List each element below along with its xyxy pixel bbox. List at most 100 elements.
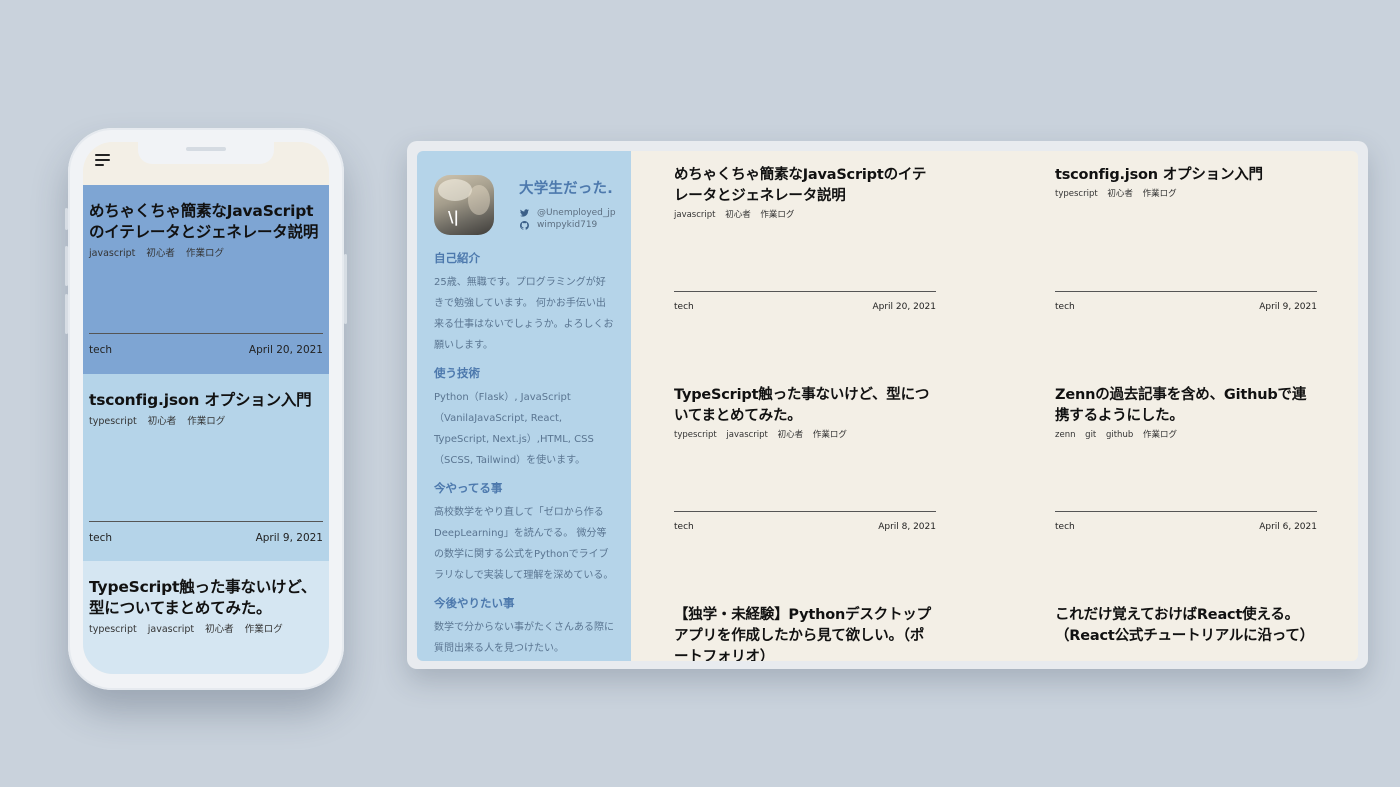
tag[interactable]: 作業ログ [187, 416, 225, 427]
desktop-screen: \| 大学生だった. @Unemployed_jp wimpykid719 自己… [417, 151, 1358, 661]
post-card[interactable]: Zennの過去記事を含め、Githubで連携するようにした。 zenn git … [1055, 385, 1317, 535]
tag[interactable]: 初心者 [778, 430, 804, 440]
post-footer: tech April 9, 2021 [89, 532, 323, 544]
social-links: @Unemployed_jp wimpykid719 [519, 207, 616, 231]
tag[interactable]: git [1085, 430, 1096, 440]
tag[interactable]: javascript [89, 248, 135, 259]
post-date: April 9, 2021 [1259, 302, 1317, 312]
post-tags: javascript 初心者 作業ログ [674, 208, 936, 220]
profile-info: 大学生だった. @Unemployed_jp wimpykid719 [519, 175, 616, 231]
post-title[interactable]: これだけ覚えておけばReact使える。（React公式チュートリアルに沿って） [1055, 605, 1317, 647]
post-card[interactable]: tsconfig.json オプション入門 typescript 初心者 作業ロ… [1055, 165, 1317, 315]
post-category[interactable]: tech [1055, 302, 1075, 312]
github-handle[interactable]: wimpykid719 [537, 219, 597, 231]
post-title[interactable]: 【独学・未経験】Pythonデスクトップアプリを作成したから見て欲しい。（ポート… [674, 605, 936, 661]
divider [1055, 291, 1317, 292]
mobile-post-card[interactable]: TypeScript触った事ないけど、型についてまとめてみた。 typescri… [83, 561, 329, 674]
mobile-screen: めちゃくちゃ簡素なJavaScriptのイテレータとジェネレータ説明 javas… [83, 142, 329, 674]
mobile-post-card[interactable]: tsconfig.json オプション入門 typescript 初心者 作業ロ… [83, 374, 329, 561]
post-date: April 20, 2021 [872, 302, 936, 312]
post-date: April 9, 2021 [255, 532, 323, 544]
tag[interactable]: typescript [674, 430, 717, 440]
post-tags: javascript 初心者 作業ログ [89, 245, 323, 259]
divider [674, 291, 936, 292]
site-name[interactable]: 大学生だった. [519, 177, 616, 198]
post-card[interactable]: めちゃくちゃ簡素なJavaScriptのイテレータとジェネレータ説明 javas… [674, 165, 936, 315]
divider [1055, 511, 1317, 512]
mobile-post-card[interactable]: めちゃくちゃ簡素なJavaScriptのイテレータとジェネレータ説明 javas… [83, 185, 329, 374]
tag[interactable]: 作業ログ [1143, 189, 1177, 199]
post-category[interactable]: tech [674, 302, 694, 312]
post-card[interactable]: これだけ覚えておけばReact使える。（React公式チュートリアルに沿って） [1055, 605, 1317, 661]
post-category[interactable]: tech [89, 344, 112, 356]
post-title[interactable]: めちゃくちゃ簡素なJavaScriptのイテレータとジェネレータ説明 [674, 165, 936, 207]
divider [89, 521, 323, 522]
post-card[interactable]: TypeScript触った事ないけど、型についてまとめてみた。 typescri… [674, 385, 936, 535]
post-title[interactable]: tsconfig.json オプション入門 [89, 390, 323, 411]
post-date: April 8, 2021 [878, 522, 936, 532]
tag[interactable]: typescript [1055, 189, 1098, 199]
divider [674, 511, 936, 512]
phone-volume-down [65, 294, 68, 334]
tag[interactable]: typescript [89, 624, 137, 635]
twitter-icon [519, 208, 529, 218]
sidebar-section-current: 今やってる事 高校数学をやり直して「ゼロから作るDeepLearning」を読ん… [434, 480, 615, 586]
tag[interactable]: zenn [1055, 430, 1075, 440]
tag[interactable]: 初心者 [146, 248, 175, 259]
post-tags: typescript javascript 初心者 作業ログ [89, 621, 323, 635]
post-title[interactable]: TypeScript触った事ないけど、型についてまとめてみた。 [89, 577, 323, 619]
tag[interactable]: 作業ログ [813, 430, 847, 440]
tag[interactable]: 作業ログ [245, 624, 283, 635]
tag[interactable]: typescript [89, 416, 137, 427]
hamburger-menu-icon[interactable] [95, 154, 110, 166]
post-tags: typescript javascript 初心者 作業ログ [674, 428, 936, 440]
sidebar: \| 大学生だった. @Unemployed_jp wimpykid719 自己… [417, 151, 631, 661]
tag[interactable]: 初心者 [725, 210, 751, 220]
post-category[interactable]: tech [1055, 522, 1075, 532]
phone-mockup: めちゃくちゃ簡素なJavaScriptのイテレータとジェネレータ説明 javas… [65, 128, 347, 690]
section-body: Python（Flask）, JavaScript（VanilaJavaScri… [434, 392, 594, 466]
tag[interactable]: github [1106, 430, 1133, 440]
post-title[interactable]: TypeScript触った事ないけど、型についてまとめてみた。 [674, 385, 936, 427]
phone-notch [138, 142, 274, 164]
section-title: 今やってる事 [434, 481, 503, 495]
sidebar-section-future: 今後やりたい事 数学で分からない事がたくさんある際に質問出来る人を見つけたい。 [434, 595, 615, 659]
post-category[interactable]: tech [674, 522, 694, 532]
github-link[interactable]: wimpykid719 [519, 219, 616, 231]
tag[interactable]: 作業ログ [186, 248, 224, 259]
phone-volume-up [65, 246, 68, 286]
tag[interactable]: javascript [726, 430, 768, 440]
section-body: 数学で分からない事がたくさんある際に質問出来る人を見つけたい。 [434, 622, 614, 654]
sidebar-section-skills: 使う技術 Python（Flask）, JavaScript（VanilaJav… [434, 365, 615, 471]
tag[interactable]: 作業ログ [760, 210, 794, 220]
divider [89, 333, 323, 334]
tag[interactable]: 初心者 [148, 416, 177, 427]
post-footer: tech April 8, 2021 [674, 522, 936, 532]
tag[interactable]: javascript [674, 210, 716, 220]
tag[interactable]: 作業ログ [1143, 430, 1177, 440]
section-body: 25歳、無職です。プログラミングが好きで勉強しています。 何かお手伝い出来る仕事… [434, 277, 614, 351]
post-footer: tech April 9, 2021 [1055, 302, 1317, 312]
post-footer: tech April 20, 2021 [89, 344, 323, 356]
tag[interactable]: javascript [148, 624, 194, 635]
sidebar-section-intro: 自己紹介 25歳、無職です。プログラミングが好きで勉強しています。 何かお手伝い… [434, 250, 615, 356]
section-title: 使う技術 [434, 366, 480, 380]
profile: \| 大学生だった. @Unemployed_jp wimpykid719 [434, 175, 616, 241]
post-category[interactable]: tech [89, 532, 112, 544]
post-card[interactable]: 【独学・未経験】Pythonデスクトップアプリを作成したから見て欲しい。（ポート… [674, 605, 936, 661]
post-tags: typescript 初心者 作業ログ [1055, 187, 1317, 199]
twitter-link[interactable]: @Unemployed_jp [519, 207, 616, 219]
post-title[interactable]: めちゃくちゃ簡素なJavaScriptのイテレータとジェネレータ説明 [89, 201, 323, 243]
post-title[interactable]: tsconfig.json オプション入門 [1055, 165, 1317, 186]
speaker [186, 147, 226, 151]
github-icon [519, 220, 529, 230]
section-title: 今後やりたい事 [434, 596, 515, 610]
post-title[interactable]: Zennの過去記事を含め、Githubで連携するようにした。 [1055, 385, 1317, 427]
post-date: April 20, 2021 [248, 344, 323, 356]
tag[interactable]: 初心者 [1107, 189, 1133, 199]
tag[interactable]: 初心者 [205, 624, 234, 635]
post-tags: typescript 初心者 作業ログ [89, 413, 323, 427]
avatar: \| [434, 175, 494, 235]
post-footer: tech April 6, 2021 [1055, 522, 1317, 532]
twitter-handle[interactable]: @Unemployed_jp [537, 207, 616, 219]
